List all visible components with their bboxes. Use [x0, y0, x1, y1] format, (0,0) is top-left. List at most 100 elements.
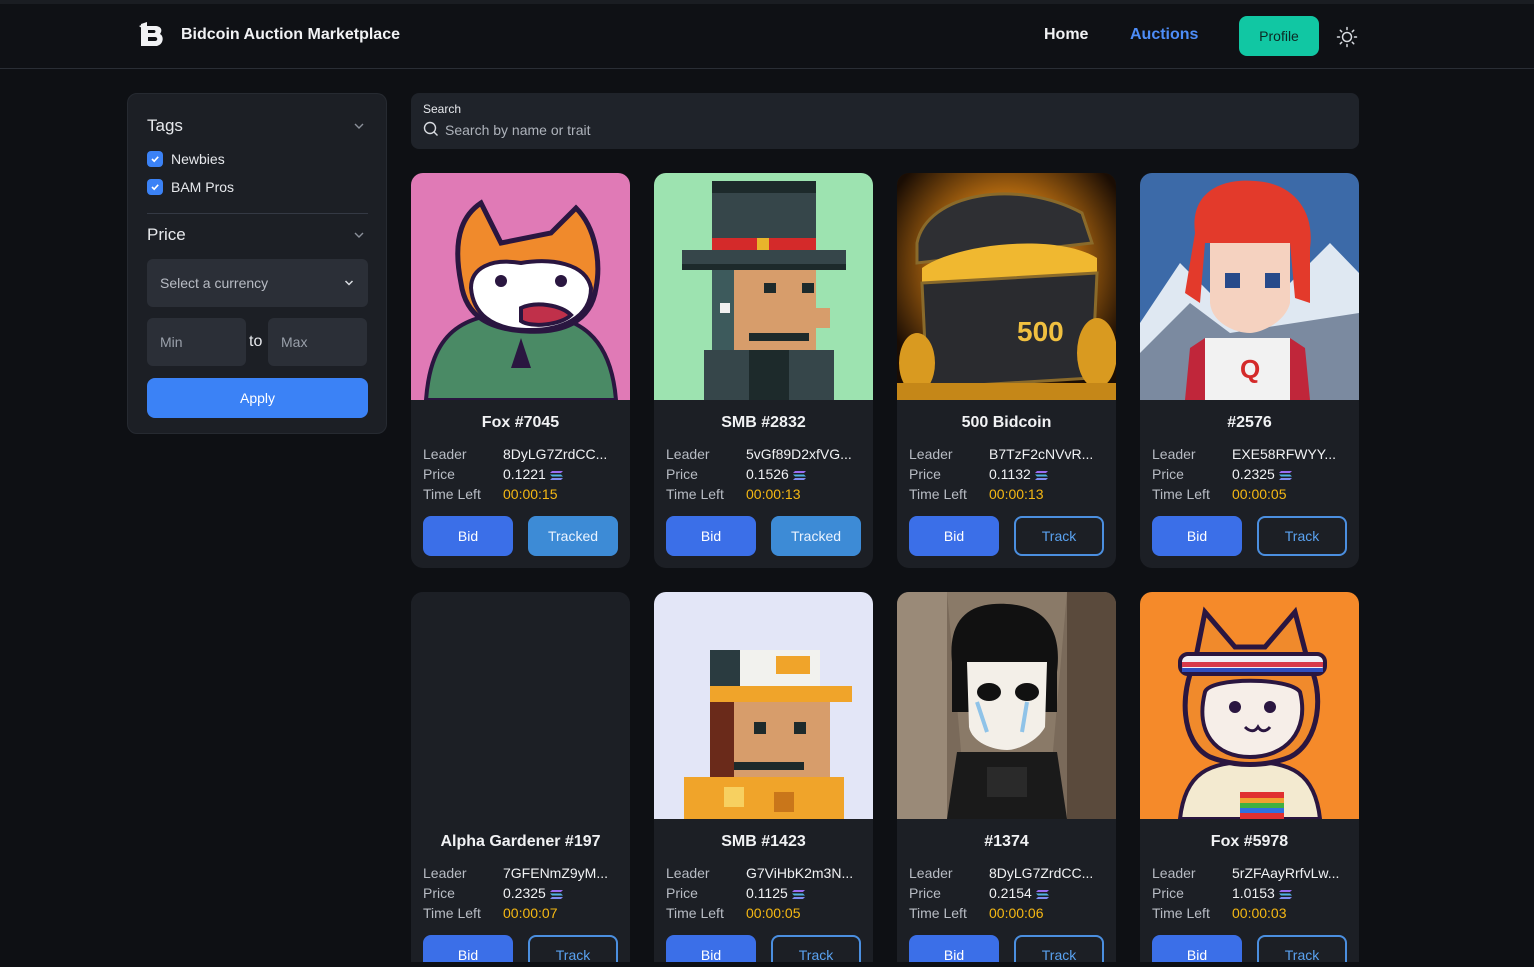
svg-text:Q: Q: [1240, 354, 1260, 384]
time-left-value: 00:00:13: [989, 486, 1044, 502]
nft-name[interactable]: Fox #5978: [1140, 833, 1359, 851]
price-amount: 0.2154: [989, 885, 1032, 901]
auction-card[interactable]: SMB #2832 Leader 5vGf89D2xfVG... Price 0…: [654, 173, 873, 568]
brand-title[interactable]: Bidcoin Auction Marketplace: [181, 26, 400, 44]
time-left-value: 00:00:05: [1232, 486, 1287, 502]
track-button[interactable]: Track: [1257, 516, 1347, 556]
nft-name[interactable]: #2576: [1140, 414, 1359, 432]
time-left-label: Time Left: [909, 486, 967, 502]
price-value: 0.1132: [989, 466, 1048, 482]
bidcoin-logo-icon[interactable]: [137, 20, 165, 50]
time-left-value: 00:00:06: [989, 905, 1044, 921]
tracked-button[interactable]: Tracked: [528, 516, 618, 556]
price-chevron-icon[interactable]: [352, 228, 366, 242]
nav-auctions-link[interactable]: Auctions: [1130, 26, 1198, 44]
price-amount: 1.0153: [1232, 885, 1275, 901]
price-min-input[interactable]: [147, 318, 246, 366]
price-value: 0.2325: [503, 885, 563, 901]
nft-image[interactable]: [654, 173, 873, 400]
nav-home-link[interactable]: Home: [1044, 26, 1088, 44]
tags-chevron-icon[interactable]: [352, 119, 366, 133]
price-amount: 0.1526: [746, 466, 789, 482]
price-max-input[interactable]: [268, 318, 367, 366]
nft-image-empty[interactable]: [411, 592, 630, 819]
solana-icon: [792, 470, 806, 480]
viewport-bottom-edge: [0, 962, 1534, 967]
price-label: Price: [1152, 885, 1184, 901]
nft-name[interactable]: #1374: [897, 833, 1116, 851]
auction-card[interactable]: Fox #7045 Leader 8DyLG7ZrdCC... Price 0.…: [411, 173, 630, 568]
tag-checkbox-bam-pros[interactable]: BAM Pros: [147, 178, 234, 196]
auction-card[interactable]: Fox #5978 Leader 5rZFAayRrfvLw... Price …: [1140, 592, 1359, 967]
auction-card[interactable]: Alpha Gardener #197 Leader 7GFENmZ9yM...…: [411, 592, 630, 967]
solana-icon: [1035, 889, 1049, 899]
bid-button[interactable]: Bid: [666, 516, 756, 556]
nft-image[interactable]: [897, 592, 1116, 819]
time-left-label: Time Left: [666, 486, 724, 502]
top-navbar: Bidcoin Auction Marketplace Home Auction…: [0, 4, 1534, 69]
nft-image[interactable]: [411, 173, 630, 400]
bid-button[interactable]: Bid: [909, 516, 999, 556]
apply-button[interactable]: Apply: [147, 378, 368, 418]
search-icon: [423, 121, 438, 136]
time-left-value: 00:00:15: [503, 486, 558, 502]
auction-card[interactable]: SMB #1423 Leader G7ViHbK2m3N... Price 0.…: [654, 592, 873, 967]
leader-value: B7TzF2cNVvR...: [989, 446, 1094, 462]
auction-card[interactable]: Q #2576 Leader EXE58RFWYY... Price 0.232…: [1140, 173, 1359, 568]
theme-toggle-sun-icon[interactable]: [1336, 26, 1358, 48]
track-button[interactable]: Track: [1014, 516, 1104, 556]
price-section-title[interactable]: Price: [147, 225, 186, 245]
nft-name[interactable]: Alpha Gardener #197: [411, 833, 630, 851]
chevron-down-icon: [344, 280, 354, 286]
tag-label: BAM Pros: [171, 179, 235, 195]
leader-value: EXE58RFWYY...: [1232, 446, 1337, 462]
time-left-label: Time Left: [909, 905, 967, 921]
leader-label: Leader: [1152, 446, 1196, 462]
price-amount: 0.1125: [746, 885, 788, 901]
time-left-value: 00:00:07: [503, 905, 558, 921]
time-left-label: Time Left: [423, 486, 481, 502]
nft-name[interactable]: Fox #7045: [411, 414, 630, 432]
bid-button[interactable]: Bid: [423, 516, 513, 556]
leader-label: Leader: [666, 865, 710, 881]
price-value: 0.2154: [989, 885, 1049, 901]
time-left-label: Time Left: [1152, 486, 1210, 502]
price-label: Price: [909, 885, 941, 901]
nft-image[interactable]: 500: [897, 173, 1116, 400]
time-left-value: 00:00:13: [746, 486, 801, 502]
nft-image[interactable]: [654, 592, 873, 819]
tag-checkbox-newbies[interactable]: Newbies: [147, 150, 225, 168]
bid-button[interactable]: Bid: [1152, 516, 1242, 556]
tags-section-title[interactable]: Tags: [147, 116, 183, 136]
checkbox-checked-icon[interactable]: [147, 151, 163, 167]
leader-label: Leader: [423, 865, 467, 881]
checkbox-checked-icon[interactable]: [147, 179, 163, 195]
search-label: Search: [423, 102, 462, 116]
leader-label: Leader: [909, 446, 953, 462]
price-value: 0.2325: [1232, 466, 1292, 482]
leader-value: 7GFENmZ9yM...: [503, 865, 609, 881]
search-input[interactable]: [445, 120, 1325, 140]
currency-select-placeholder: Select a currency: [160, 275, 269, 291]
tracked-button[interactable]: Tracked: [771, 516, 861, 556]
nft-image[interactable]: [1140, 592, 1359, 819]
solana-icon: [549, 470, 563, 480]
price-label: Price: [909, 466, 941, 482]
auction-card[interactable]: 500 500 Bidcoin Leader B7TzF2cNVvR... Pr…: [897, 173, 1116, 568]
auction-card[interactable]: #1374 Leader 8DyLG7ZrdCC... Price 0.2154…: [897, 592, 1116, 967]
price-label: Price: [666, 466, 698, 482]
currency-select[interactable]: Select a currency: [147, 259, 368, 307]
divider: [147, 213, 368, 214]
profile-button[interactable]: Profile: [1239, 16, 1319, 56]
price-value: 0.1125: [746, 885, 805, 901]
nft-name[interactable]: 500 Bidcoin: [897, 414, 1116, 432]
svg-text:500: 500: [1017, 316, 1064, 347]
price-label: Price: [1152, 466, 1184, 482]
time-left-value: 00:00:03: [1232, 905, 1287, 921]
nft-name[interactable]: SMB #1423: [654, 833, 873, 851]
nft-name[interactable]: SMB #2832: [654, 414, 873, 432]
price-amount: 0.2325: [503, 885, 546, 901]
time-left-label: Time Left: [1152, 905, 1210, 921]
nft-image[interactable]: Q: [1140, 173, 1359, 400]
leader-label: Leader: [423, 446, 467, 462]
